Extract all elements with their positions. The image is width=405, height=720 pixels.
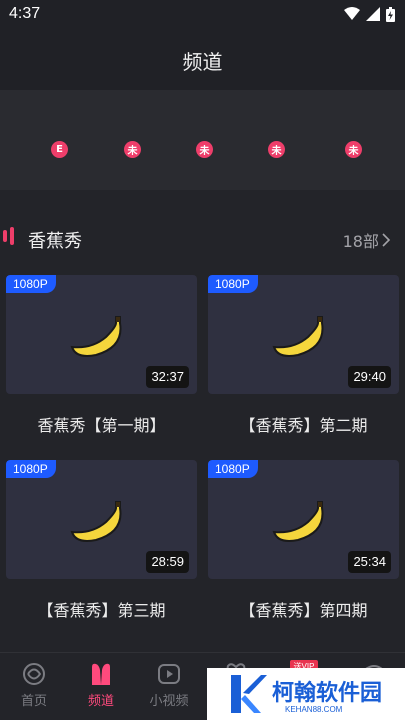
video-duration: 32:37 xyxy=(146,366,189,388)
page-title: 频道 xyxy=(182,50,223,74)
signal-icon xyxy=(366,7,380,21)
banana-icon xyxy=(70,501,122,542)
category-item-1[interactable]: E xyxy=(51,141,68,158)
status-icons xyxy=(344,6,395,22)
watermark-site: KEHAN88.COM xyxy=(285,705,343,714)
category-strip: E 未 未 未 未 xyxy=(0,90,405,190)
video-card[interactable]: 1080P 28:59 【香蕉秀】第三期 xyxy=(6,460,197,625)
video-duration: 25:34 xyxy=(348,551,391,573)
tab-short-video[interactable]: 小视频 xyxy=(140,661,198,709)
video-title[interactable]: 【香蕉秀】第二期 xyxy=(208,412,399,436)
tab-channel[interactable]: 频道 xyxy=(72,661,130,709)
kehan-logo-icon xyxy=(231,675,267,713)
section-more-link[interactable]: 18部 xyxy=(343,228,391,252)
tab-label: 首页 xyxy=(20,694,47,709)
banana-icon xyxy=(272,501,324,542)
tab-label: 频道 xyxy=(87,694,114,709)
watermark-brand: 柯翰软件园 xyxy=(272,681,383,706)
page-header: 频道 xyxy=(0,28,405,90)
banana-icon xyxy=(272,316,324,357)
status-time: 4:37 xyxy=(9,5,41,22)
video-duration: 29:40 xyxy=(348,366,391,388)
video-thumbnail[interactable]: 1080P 28:59 xyxy=(6,460,197,579)
category-item-2[interactable]: 未 xyxy=(124,141,141,158)
video-thumbnail[interactable]: 1080P 32:37 xyxy=(6,275,197,394)
category-item-4[interactable]: 未 xyxy=(268,141,285,158)
category-item-3[interactable]: 未 xyxy=(196,141,213,158)
status-bar: 4:37 xyxy=(0,0,405,28)
home-swirl-icon xyxy=(23,663,45,685)
short-video-icon xyxy=(158,664,180,684)
video-thumbnail[interactable]: 1080P 29:40 xyxy=(208,275,399,394)
battery-icon xyxy=(386,6,395,22)
video-duration: 28:59 xyxy=(146,551,189,573)
video-card[interactable]: 1080P 32:37 香蕉秀【第一期】 xyxy=(6,275,197,440)
banana-icon xyxy=(70,316,122,357)
video-title[interactable]: 香蕉秀【第一期】 xyxy=(6,412,197,436)
category-glyph: 未 xyxy=(127,146,138,157)
quality-badge: 1080P xyxy=(6,460,56,478)
tab-label: 小视频 xyxy=(149,694,189,709)
quality-badge: 1080P xyxy=(6,275,56,293)
channel-icon xyxy=(92,663,110,685)
category-glyph: 未 xyxy=(348,146,359,157)
site-watermark: 柯翰软件园 KEHAN88.COM xyxy=(207,668,405,720)
chevron-right-icon xyxy=(382,233,391,247)
category-glyph: 未 xyxy=(271,146,282,157)
wifi-icon xyxy=(344,7,360,20)
section-header: 香蕉秀 18部 xyxy=(0,218,405,258)
video-title[interactable]: 【香蕉秀】第四期 xyxy=(208,597,399,621)
video-card[interactable]: 1080P 25:34 【香蕉秀】第四期 xyxy=(208,460,399,625)
section-marker-icon xyxy=(3,227,14,245)
section-count: 18部 xyxy=(342,232,379,251)
video-thumbnail[interactable]: 1080P 25:34 xyxy=(208,460,399,579)
quality-badge: 1080P xyxy=(208,460,258,478)
video-card[interactable]: 1080P 29:40 【香蕉秀】第二期 xyxy=(208,275,399,440)
tab-home[interactable]: 首页 xyxy=(5,661,63,709)
section-title: 香蕉秀 xyxy=(28,231,82,252)
category-item-5[interactable]: 未 xyxy=(345,141,362,158)
category-glyph: 未 xyxy=(199,146,210,157)
quality-badge: 1080P xyxy=(208,275,258,293)
category-glyph: E xyxy=(56,144,63,155)
video-title[interactable]: 【香蕉秀】第三期 xyxy=(6,597,197,621)
